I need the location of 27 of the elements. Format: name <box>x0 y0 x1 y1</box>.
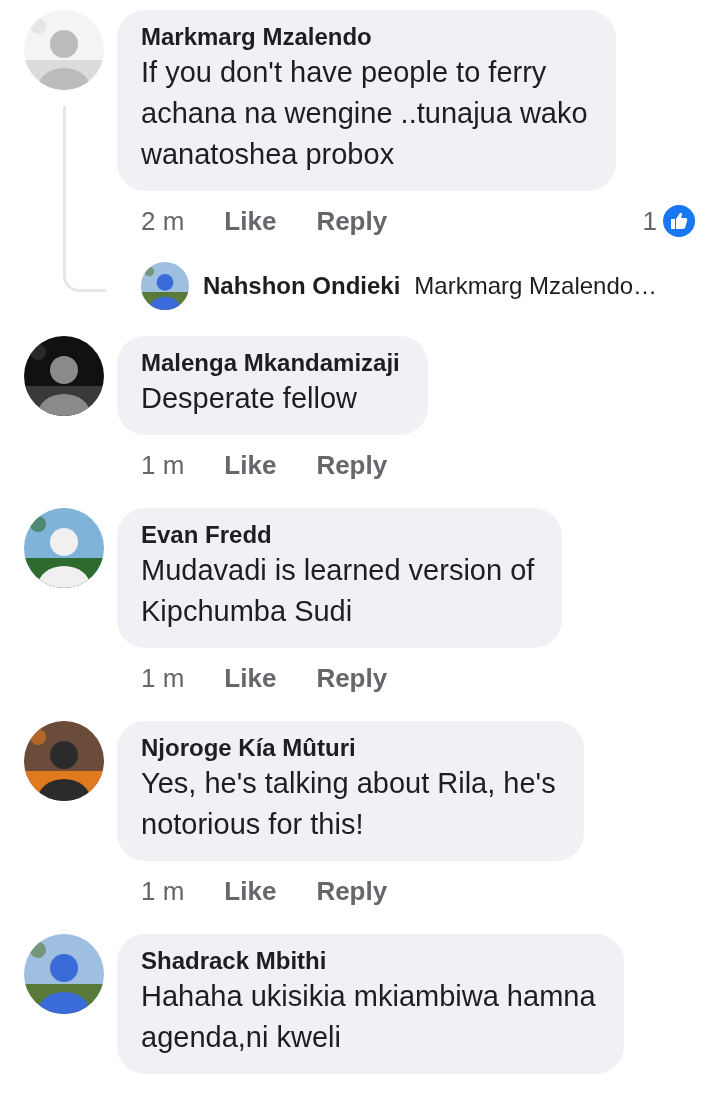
comment-author[interactable]: Malenga Mkandamizaji <box>141 348 400 378</box>
reply-author: Nahshon Ondieki <box>203 272 401 300</box>
comment-author[interactable]: Markmarg Mzalendo <box>141 22 588 52</box>
reply-link[interactable]: Reply <box>316 449 388 481</box>
comment-text: Yes, he's talking about Rila, he's notorious for this! <box>141 766 556 842</box>
comment-author[interactable]: Shadrack Mbithi <box>141 946 596 976</box>
reply-link[interactable]: Reply <box>316 875 388 907</box>
like-link[interactable]: Like <box>224 875 277 907</box>
comment-author[interactable]: Evan Fredd <box>141 520 535 550</box>
like-link[interactable]: Like <box>224 449 277 481</box>
like-link[interactable]: Like <box>224 662 277 694</box>
reply-link[interactable]: Reply <box>316 205 388 237</box>
comment-text: Desperate fellow <box>141 381 358 416</box>
reply-link[interactable]: Reply <box>316 662 388 694</box>
comment-time: 1 m <box>141 662 185 694</box>
reply-text: Markmarg Mzalendo… <box>414 272 658 300</box>
comment-text: Mudavadi is learned version of Kipchumba Sudi <box>141 553 535 629</box>
comment-author[interactable]: Njoroge Kía Mûturi <box>141 733 556 763</box>
reaction-count: 1 <box>642 205 657 237</box>
comment-time: 2 m <box>141 205 185 237</box>
comment-text: If you don't have people to ferry achana na wengine ..tunajua wako wanatoshea probox <box>141 55 588 172</box>
like-link[interactable]: Like <box>224 205 277 237</box>
reply-preview[interactable]: Nahshon Ondieki Markmarg Mzalendo… <box>141 262 695 310</box>
comment-time: 1 m <box>141 875 185 907</box>
comment-time: 1 m <box>141 449 185 481</box>
comment-text: Hahaha ukisikia mkiambiwa hamna agenda,ni kweli <box>141 979 596 1055</box>
like-icon <box>663 205 695 237</box>
